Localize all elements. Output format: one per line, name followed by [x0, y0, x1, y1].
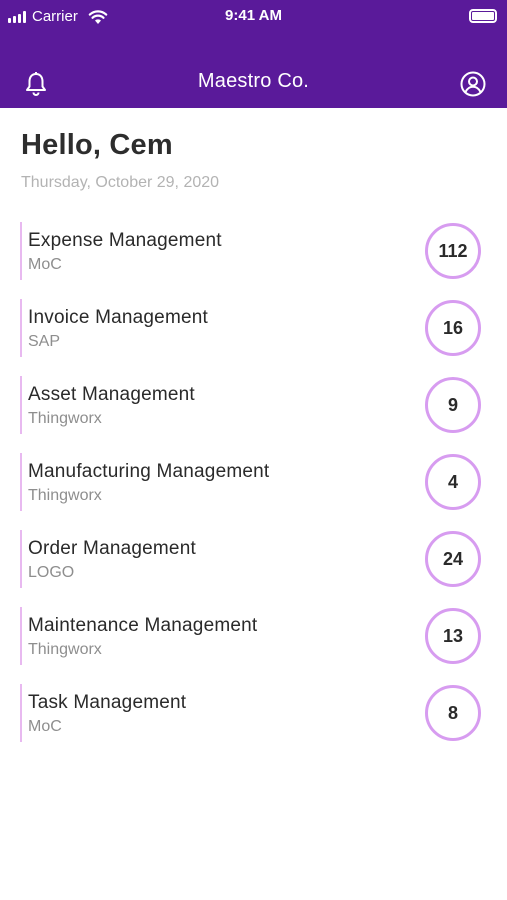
item-subtitle: Thingworx	[28, 410, 102, 427]
status-bar: Carrier 9:41 AM	[0, 0, 507, 34]
item-title: Asset Management	[28, 384, 195, 405]
row-accent-bar	[20, 530, 22, 588]
count-badge: 16	[425, 300, 481, 356]
item-title: Task Management	[28, 692, 187, 713]
count-badge: 9	[425, 377, 481, 433]
list-item[interactable]: Expense Management MoC 112	[20, 222, 490, 299]
count-badge: 13	[425, 608, 481, 664]
item-subtitle: SAP	[28, 333, 61, 350]
count-badge: 112	[425, 223, 481, 279]
greeting-heading: Hello, Cem	[21, 129, 173, 161]
item-subtitle: MoC	[28, 256, 62, 273]
date-label: Thursday, October 29, 2020	[21, 174, 220, 191]
list-item[interactable]: Maintenance Management Thingworx 13	[20, 607, 490, 684]
row-accent-bar	[20, 607, 22, 665]
count-badge: 4	[425, 454, 481, 510]
item-subtitle: MoC	[28, 718, 62, 735]
profile-icon[interactable]	[459, 70, 487, 98]
row-accent-bar	[20, 684, 22, 742]
count-badge: 8	[425, 685, 481, 741]
battery-icon	[469, 9, 497, 23]
list-item[interactable]: Invoice Management SAP 16	[20, 299, 490, 376]
item-title: Manufacturing Management	[28, 461, 270, 482]
status-time: 9:41 AM	[225, 7, 282, 24]
item-title: Invoice Management	[28, 307, 208, 328]
list-item[interactable]: Manufacturing Management Thingworx 4	[20, 453, 490, 530]
item-subtitle: Thingworx	[28, 641, 102, 658]
item-title: Expense Management	[28, 230, 222, 251]
item-subtitle: LOGO	[28, 564, 75, 581]
management-list: Expense Management MoC 112 Invoice Manag…	[20, 222, 490, 761]
list-item[interactable]: Asset Management Thingworx 9	[20, 376, 490, 453]
count-badge: 24	[425, 531, 481, 587]
row-accent-bar	[20, 376, 22, 434]
list-item[interactable]: Order Management LOGO 24	[20, 530, 490, 607]
row-accent-bar	[20, 222, 22, 280]
item-subtitle: Thingworx	[28, 487, 102, 504]
row-accent-bar	[20, 453, 22, 511]
item-title: Maintenance Management	[28, 615, 258, 636]
nav-title: Maestro Co.	[197, 70, 310, 92]
nav-bar: Maestro Co.	[0, 34, 507, 108]
row-accent-bar	[20, 299, 22, 357]
list-item[interactable]: Task Management MoC 8	[20, 684, 490, 761]
item-title: Order Management	[28, 538, 196, 559]
